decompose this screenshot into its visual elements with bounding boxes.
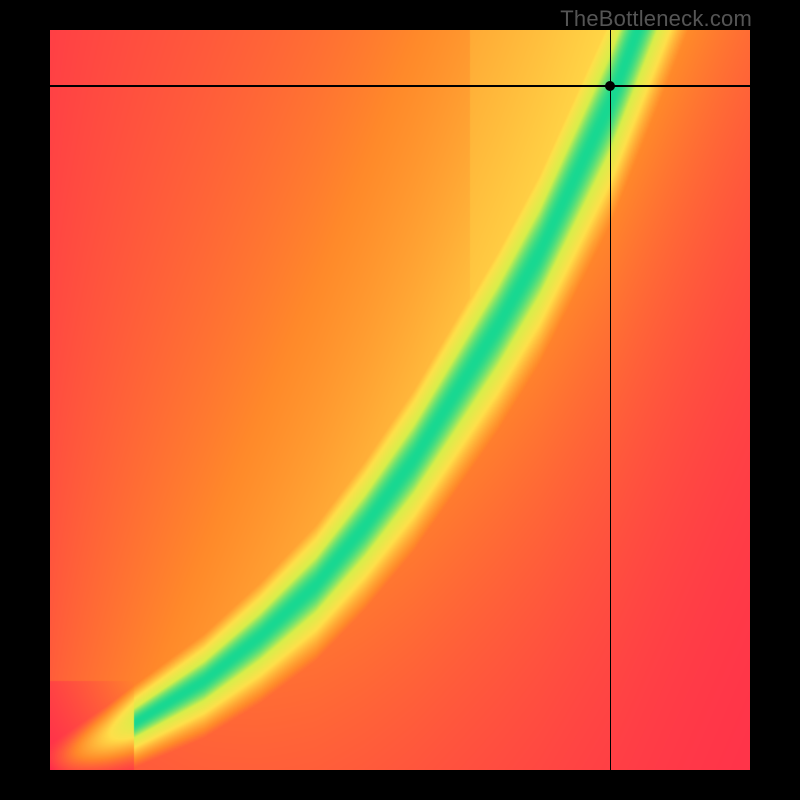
heatmap-canvas [50,30,750,770]
bottleneck-heatmap-chart: TheBottleneck.com [0,0,800,800]
crosshair-vertical [610,30,612,770]
crosshair-horizontal [50,85,750,87]
attribution-label: TheBottleneck.com [560,6,752,32]
selection-marker [605,81,615,91]
plot-area [50,30,750,770]
